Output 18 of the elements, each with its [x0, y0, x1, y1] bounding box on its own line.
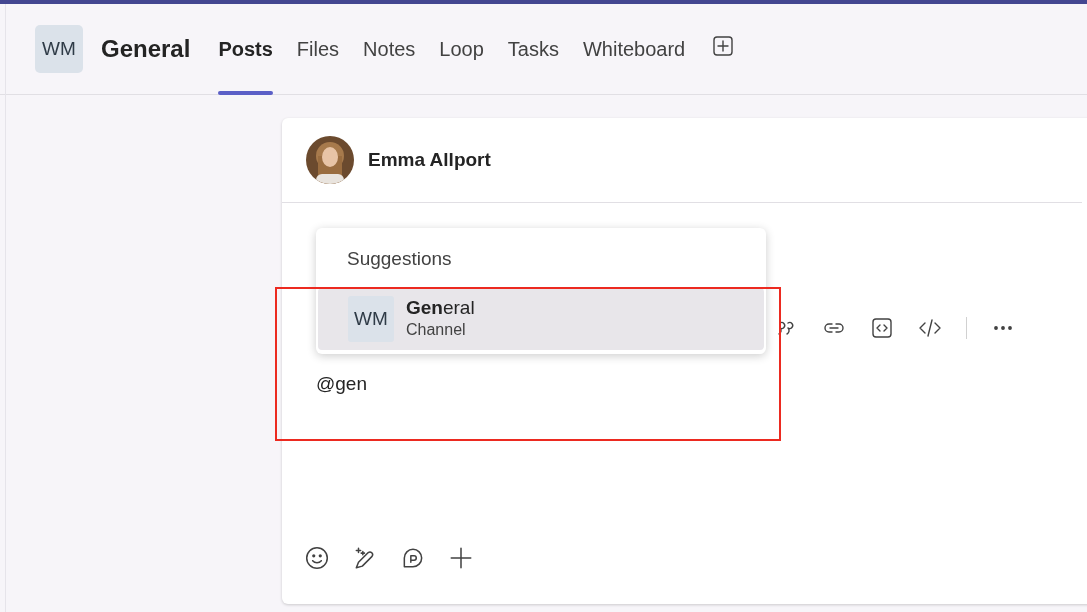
message-text[interactable]: @gen — [316, 373, 367, 395]
tab[interactable]: Whiteboard — [570, 4, 698, 95]
author-name: Emma Allport — [368, 149, 491, 171]
suggestions-heading: Suggestions — [346, 247, 453, 271]
plus-icon[interactable] — [448, 545, 474, 571]
team-avatar: WM — [35, 25, 83, 73]
tab[interactable]: Notes — [351, 4, 428, 95]
tab[interactable]: Files — [284, 4, 352, 95]
code-block-icon[interactable] — [870, 316, 894, 340]
emoji-icon[interactable] — [304, 545, 330, 571]
channel-avatar: WM — [348, 296, 394, 342]
suggestion-name: General — [406, 297, 475, 319]
channel-title: General — [101, 35, 191, 63]
tab[interactable]: Posts — [206, 4, 285, 95]
add-tab-icon[interactable] — [711, 34, 736, 58]
tab[interactable]: Loop — [427, 4, 496, 95]
suggestion-type: Channel — [406, 320, 467, 340]
tab[interactable]: Tasks — [495, 4, 571, 95]
